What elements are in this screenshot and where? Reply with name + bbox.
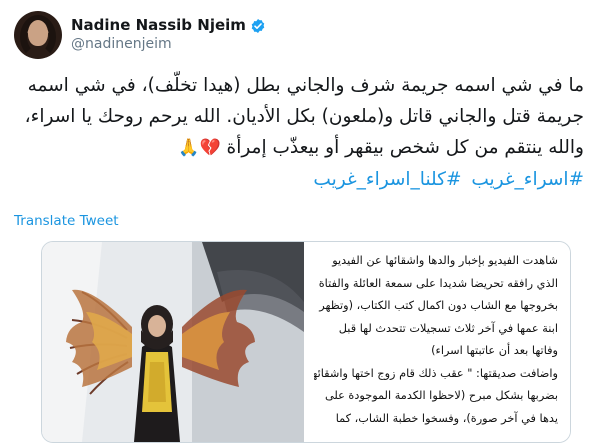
tweet-text: ما في شي اسمه جريمة شرف والجاني بطل (هيد… <box>14 70 584 195</box>
author-handle[interactable]: @nadinenjeim <box>71 35 266 54</box>
hashtags: #اسراء_غريب #كلنا_اسراء_غريب <box>14 164 584 195</box>
article-line: بضربها بشكل مبرح (لاحظوا الكدمة الموجودة… <box>324 389 558 402</box>
author-info: Nadine Nassib Njeim @nadinenjeim <box>71 16 266 54</box>
article-line: الذي رافقه تحريضا شديدا على سمعة العائلة… <box>318 276 558 290</box>
tweet-header: Nadine Nassib Njeim @nadinenjeim <box>14 10 266 60</box>
verified-badge-icon <box>250 18 266 34</box>
hashtag-link[interactable]: #اسراء_غريب <box>471 169 584 190</box>
article-line: يدها في آخر صورة)، وفسخوا خطبة الشاب، كم… <box>335 411 558 425</box>
article-line: بخروجها مع الشاب دون اكمال كتب الكتاب، (… <box>319 299 558 312</box>
author-name-row[interactable]: Nadine Nassib Njeim <box>71 16 266 35</box>
veiled-woman-with-wings-illustration <box>42 242 304 442</box>
display-name[interactable]: Nadine Nassib Njeim <box>71 16 246 35</box>
article-line: واضافت صديقتها: " عقب ذلك قام زوج اختها … <box>314 366 558 380</box>
article-snippet: شاهدت الفيديو بإخبار والدها واشقائها عن … <box>304 242 570 442</box>
media-card[interactable]: شاهدت الفيديو بإخبار والدها واشقائها عن … <box>41 241 571 443</box>
article-line: شاهدت الفيديو بإخبار والدها واشقائها عن … <box>332 254 558 267</box>
tweet-line: ما في شي اسمه جريمة شرف والجاني بطل (هيد… <box>27 75 584 96</box>
avatar[interactable] <box>14 11 62 59</box>
tweet-line: والله ينتقم من كل شخص بيقهر أو بيعذّب إم… <box>14 132 584 164</box>
article-line: ابنة عمها في آخر ثلاث تسجيلات تتحدث لها … <box>338 321 558 335</box>
translate-tweet-link[interactable]: Translate Tweet <box>14 213 119 229</box>
tweet-line-text: والله ينتقم من كل شخص بيقهر أو بيعذّب إم… <box>226 137 584 158</box>
tweet-line: جريمة قتل والجاني قاتل و(ملعون) بكل الأد… <box>24 106 584 127</box>
article-line: وفاتها بعد أن عاتبتها اسراء) <box>431 344 558 357</box>
heart-broken-praying-emoji: 💔🙏 <box>178 138 221 158</box>
hashtag-link[interactable]: #كلنا_اسراء_غريب <box>313 169 461 190</box>
